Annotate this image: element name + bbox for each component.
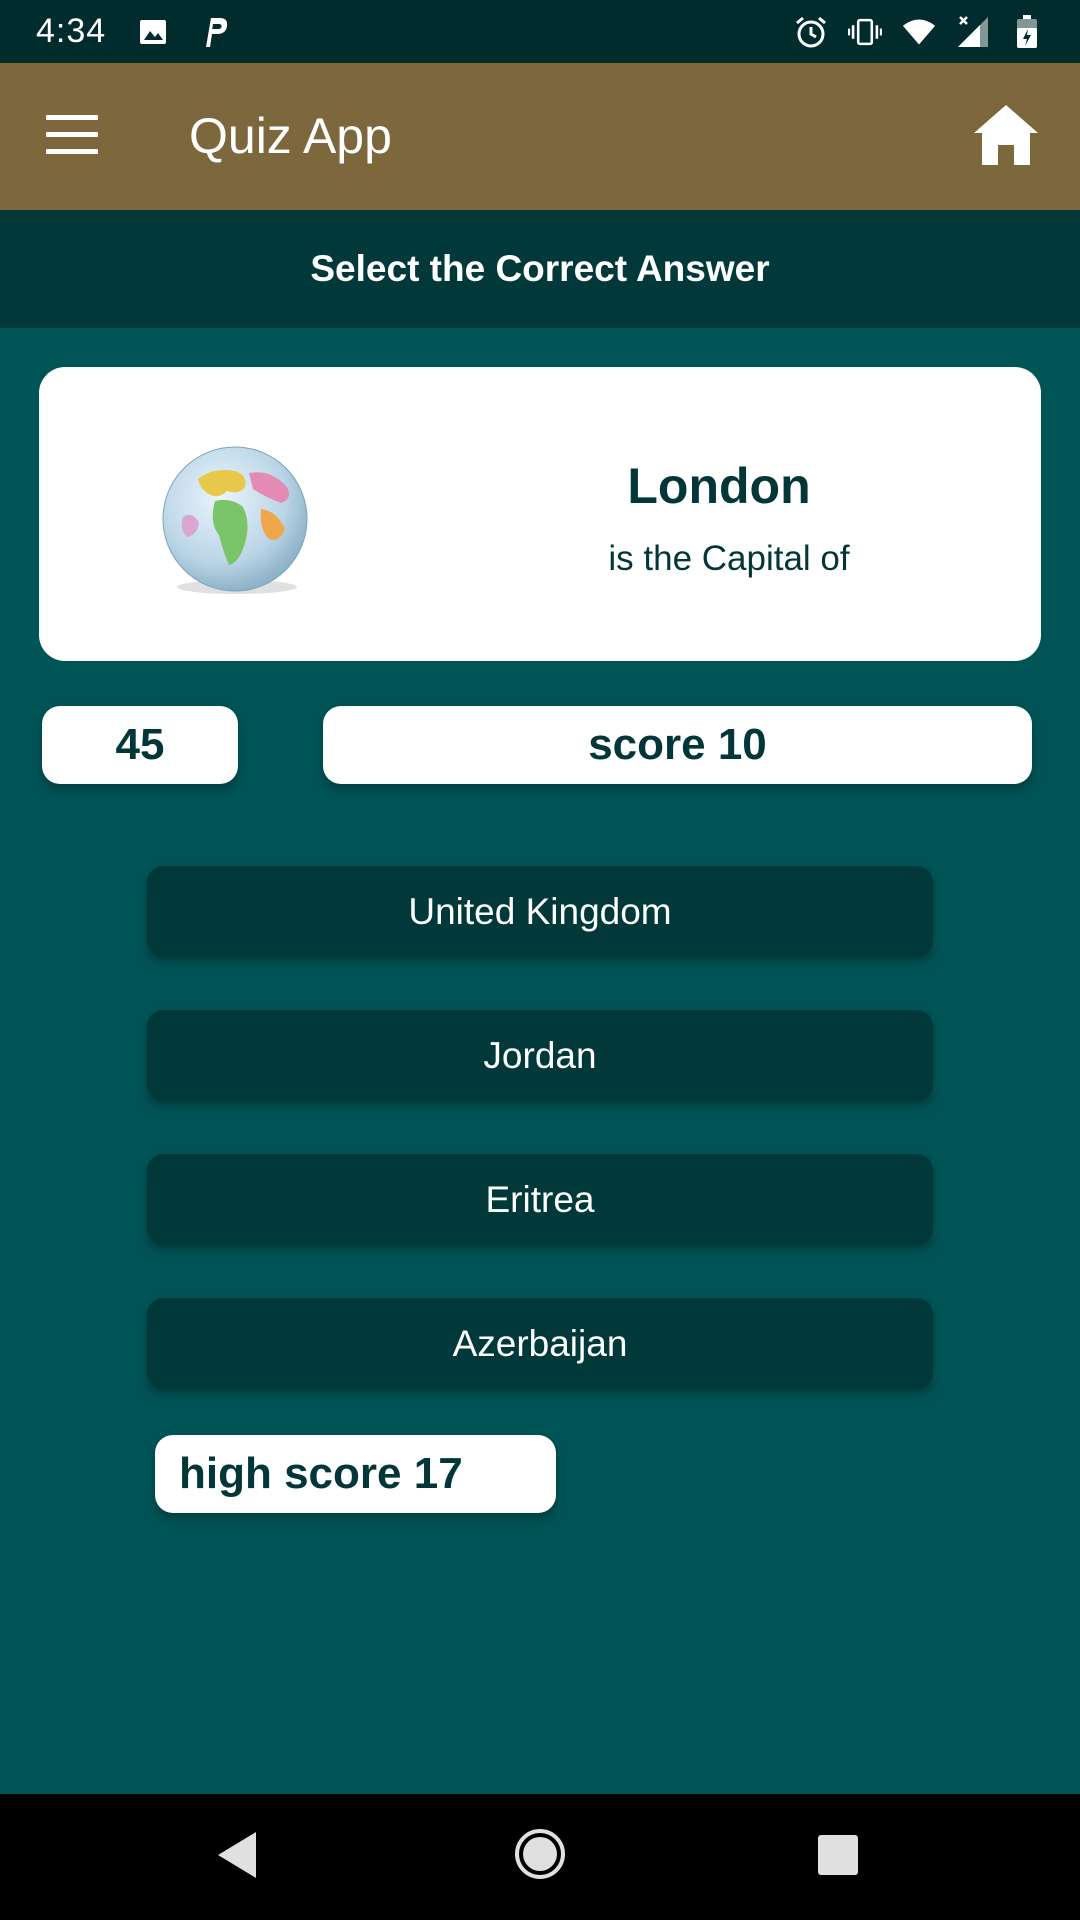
question-card: London is the Capital of [39, 367, 1041, 661]
question-prompt: is the Capital of [608, 539, 850, 578]
signal-icon [956, 15, 990, 49]
image-icon [136, 15, 170, 49]
menu-icon[interactable] [46, 115, 98, 157]
high-score-badge: high score 17 [155, 1435, 556, 1513]
instruction-text: Select the Correct Answer [310, 248, 770, 289]
battery-icon [1010, 14, 1044, 49]
home-circle-icon[interactable] [514, 1828, 566, 1880]
status-bar: 4:34 [0, 0, 1080, 63]
back-icon[interactable] [216, 1830, 258, 1880]
home-icon[interactable] [972, 103, 1040, 167]
alarm-icon [794, 15, 828, 49]
answer-button-4[interactable]: Azerbaijan [147, 1298, 933, 1389]
timer-badge: 45 [42, 706, 238, 784]
score-badge: score 10 [323, 706, 1032, 784]
globe-icon [153, 439, 313, 599]
vibrate-icon [848, 15, 882, 49]
answer-button-2[interactable]: Jordan [147, 1010, 933, 1101]
question-city: London [627, 458, 811, 514]
status-time: 4:34 [36, 12, 107, 50]
parking-icon [198, 15, 232, 49]
answer-button-3[interactable]: Eritrea [147, 1154, 933, 1245]
app-title: Quiz App [189, 108, 392, 164]
recent-apps-icon[interactable] [817, 1834, 859, 1876]
wifi-icon [902, 15, 936, 49]
instruction-banner: Select the Correct Answer [0, 210, 1080, 328]
app-bar: Quiz App [0, 63, 1080, 210]
answer-button-1[interactable]: United Kingdom [147, 866, 933, 957]
system-nav-bar [0, 1794, 1080, 1920]
